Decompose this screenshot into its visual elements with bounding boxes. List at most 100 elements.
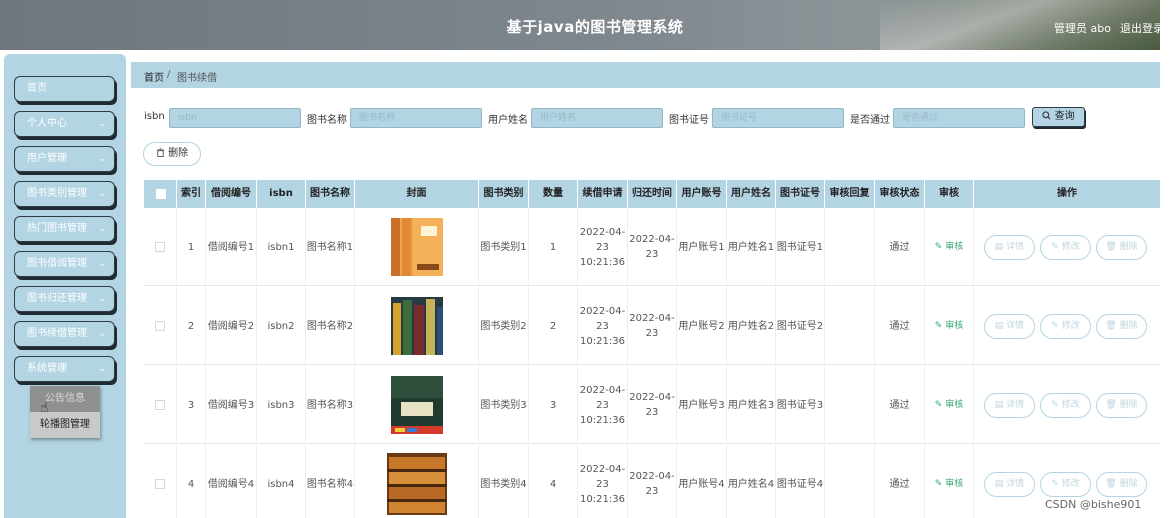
detail-button[interactable]: ▤ 详情 bbox=[984, 314, 1035, 339]
detail-button[interactable]: ▤ 详情 bbox=[984, 472, 1035, 497]
book-cover-image bbox=[390, 297, 443, 355]
edit-icon: ✎ bbox=[1051, 400, 1062, 410]
borrow-no-cell: 借阅编号1 bbox=[206, 208, 257, 286]
user-name-input[interactable]: 用户姓名 bbox=[531, 108, 663, 128]
audit-reply-cell bbox=[825, 208, 875, 286]
breadcrumb-home[interactable]: 首页 bbox=[144, 69, 164, 84]
sidebar-item-book-category[interactable]: 图书类别管理 ⌄ bbox=[14, 181, 115, 207]
sidebar-item-label: 首页 bbox=[27, 83, 47, 94]
renew-apply-cell: 2022-04-23 10:21:36 bbox=[578, 445, 628, 518]
batch-delete-label: 删除 bbox=[168, 148, 189, 159]
app-title: 基于java的图书管理系统 bbox=[506, 18, 684, 36]
audit-cell: ✎ 审核 bbox=[925, 287, 974, 365]
renew-apply-cell: 2022-04-23 10:21:36 bbox=[578, 208, 628, 286]
delete-button[interactable]: 🗑 删除 bbox=[1096, 393, 1147, 418]
index-cell-text: 3 bbox=[187, 399, 195, 411]
approved-input[interactable]: 是否通过 bbox=[893, 108, 1025, 128]
category-cell-text: 图书类别2 bbox=[480, 320, 527, 332]
edit-button[interactable]: ✎ 修改 bbox=[1040, 393, 1091, 418]
audit-link-label: 审核 bbox=[945, 241, 964, 252]
isbn-cell: isbn4 bbox=[257, 445, 306, 518]
select-all-checkbox[interactable] bbox=[156, 189, 166, 199]
borrow-no-cell-text: 借阅编号1 bbox=[207, 241, 255, 253]
quantity-cell-text: 2 bbox=[549, 320, 557, 332]
trash-icon: 🗑 bbox=[1105, 321, 1120, 331]
chevron-down-icon: ⌄ bbox=[98, 364, 106, 374]
edit-button-label: 修改 bbox=[1061, 479, 1080, 489]
audit-link[interactable]: ✎ 审核 bbox=[935, 319, 963, 334]
user-name-cell-text: 用户姓名2 bbox=[727, 320, 775, 332]
book-name-input[interactable]: 图书名称 bbox=[350, 108, 482, 128]
edit-button-label: 修改 bbox=[1061, 400, 1080, 410]
batch-delete-button[interactable]: 删除 bbox=[143, 142, 201, 166]
borrow-no-cell: 借阅编号3 bbox=[206, 366, 257, 444]
header-quantity: 数量 bbox=[529, 180, 578, 208]
renew-apply-cell: 2022-04-23 10:21:36 bbox=[578, 366, 628, 444]
user-name-cell: 用户姓名3 bbox=[727, 366, 776, 444]
borrow-no-cell-text: 借阅编号3 bbox=[207, 399, 255, 411]
account-cell-text: 用户账号4 bbox=[678, 478, 725, 490]
header-borrow-no: 借阅编号 bbox=[206, 180, 257, 208]
delete-button[interactable]: 🗑 删除 bbox=[1096, 472, 1147, 497]
chevron-down-icon: ⌄ bbox=[98, 224, 106, 234]
edit-button[interactable]: ✎ 修改 bbox=[1040, 314, 1091, 339]
audit-link[interactable]: ✎ 审核 bbox=[935, 477, 963, 492]
book-name-cell: 图书名称3 bbox=[306, 366, 355, 444]
sidebar-item-return[interactable]: 图书归还管理 ⌄ bbox=[14, 286, 115, 312]
sidebar-item-home[interactable]: 首页 bbox=[14, 76, 115, 102]
row-checkbox[interactable] bbox=[155, 479, 165, 489]
cover-cell bbox=[355, 287, 479, 365]
sidebar-item-users[interactable]: 用户管理 ⌄ bbox=[14, 146, 115, 172]
row-checkbox-cell bbox=[144, 366, 177, 444]
detail-button[interactable]: ▤ 详情 bbox=[984, 235, 1035, 260]
row-checkbox[interactable] bbox=[155, 242, 165, 252]
delete-button-label: 删除 bbox=[1119, 479, 1138, 489]
row-checkbox[interactable] bbox=[155, 321, 165, 331]
sidebar-item-system[interactable]: 系统管理 ⌄ bbox=[14, 356, 115, 382]
detail-button[interactable]: ▤ 详情 bbox=[984, 393, 1035, 418]
book-cover-image bbox=[386, 453, 447, 515]
document-icon: ▤ bbox=[994, 400, 1007, 410]
edit-button-label: 修改 bbox=[1061, 321, 1080, 331]
user-name-cell: 用户姓名1 bbox=[727, 208, 776, 286]
document-icon: ▤ bbox=[994, 321, 1007, 331]
breadcrumb: 首页 / 图书续借 bbox=[131, 62, 1160, 88]
edit-icon: ✎ bbox=[934, 478, 946, 489]
audit-status-cell: 通过 bbox=[875, 366, 925, 444]
edit-button[interactable]: ✎ 修改 bbox=[1040, 235, 1091, 260]
book-name-cell: 图书名称1 bbox=[306, 208, 355, 286]
isbn-input[interactable]: isbn bbox=[169, 108, 301, 128]
sidebar-item-hot-books[interactable]: 热门图书管理 ⌄ bbox=[14, 216, 115, 242]
sidebar-item-profile[interactable]: 个人中心 ⌄ bbox=[14, 111, 115, 137]
book-name-cell: 图书名称2 bbox=[306, 287, 355, 365]
isbn-label: isbn bbox=[144, 111, 165, 122]
audit-link-label: 审核 bbox=[945, 320, 964, 331]
delete-button[interactable]: 🗑 删除 bbox=[1096, 235, 1147, 260]
index-cell-text: 1 bbox=[187, 241, 195, 253]
audit-reply-cell bbox=[825, 287, 875, 365]
return-time-cell-text: 2022-04-23 bbox=[629, 234, 675, 260]
header-audit-reply: 审核回复 bbox=[825, 180, 875, 208]
audit-link[interactable]: ✎ 审核 bbox=[935, 240, 963, 255]
book-name-cell-text: 图书名称1 bbox=[306, 241, 354, 253]
header-operations: 操作 bbox=[1057, 188, 1077, 199]
book-name-cell-text: 图书名称4 bbox=[306, 478, 354, 490]
query-button[interactable]: 查询 bbox=[1032, 107, 1085, 127]
delete-button[interactable]: 🗑 删除 bbox=[1096, 314, 1147, 339]
audit-link[interactable]: ✎ 审核 bbox=[935, 398, 963, 413]
return-time-cell: 2022-04-23 bbox=[628, 287, 677, 365]
category-cell-text: 图书类别4 bbox=[480, 478, 527, 490]
header-audit-status: 审核状态 bbox=[875, 180, 925, 208]
detail-button-label: 详情 bbox=[1006, 321, 1025, 331]
edit-button[interactable]: ✎ 修改 bbox=[1040, 472, 1091, 497]
logout-link[interactable]: 退出登录 bbox=[1120, 20, 1160, 36]
account-cell: 用户账号2 bbox=[677, 287, 727, 365]
audit-cell: ✎ 审核 bbox=[925, 208, 974, 286]
return-time-cell: 2022-04-23 bbox=[628, 445, 677, 518]
sidebar-item-borrow[interactable]: 图书借阅管理 ⌄ bbox=[14, 251, 115, 277]
chevron-down-icon: ⌄ bbox=[98, 329, 106, 339]
sidebar-item-renew[interactable]: 图书续借管理 ⌄ bbox=[14, 321, 115, 347]
row-checkbox[interactable] bbox=[155, 400, 165, 410]
row-checkbox-cell bbox=[144, 287, 177, 365]
card-no-input[interactable]: 图书证号 bbox=[712, 108, 844, 128]
